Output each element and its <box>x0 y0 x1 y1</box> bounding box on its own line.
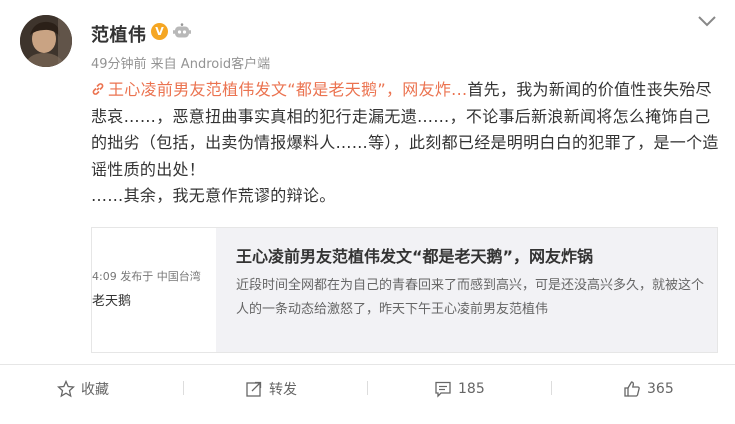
post-body: 王心凌前男友范植伟发文“都是老天鹅”，网友炸...首先，我为新闻的价值性丧失殆尽… <box>91 77 721 210</box>
action-separator <box>367 381 368 395</box>
avatar-photo <box>20 15 72 67</box>
like-count: 365 <box>647 381 674 397</box>
verified-badge-icon: V <box>151 23 168 40</box>
divider <box>0 364 735 365</box>
action-separator <box>551 381 552 395</box>
card-thumb-time: 4:09 发布于 中国台湾 <box>92 270 201 283</box>
card-thumb-excerpt: 老天鹅 <box>92 294 132 309</box>
thumbs-up-icon <box>624 381 640 397</box>
share-icon <box>246 381 262 397</box>
post-text-2: ……其余，我无意作荒谬的辩论。 <box>91 186 336 205</box>
like-button[interactable]: 365 <box>623 378 674 400</box>
card-thumbnail: 4:09 发布于 中国台湾 老天鹅 <box>92 228 216 352</box>
repost-label: 转发 <box>269 382 297 398</box>
avatar[interactable] <box>20 15 72 67</box>
comment-count: 185 <box>458 381 485 397</box>
post-meta: 49分钟前 来自 Android客户端 <box>91 57 271 72</box>
user-name[interactable]: 范植伟 <box>91 21 147 47</box>
favorite-label: 收藏 <box>81 382 109 398</box>
comment-button[interactable]: 185 <box>434 378 485 400</box>
comment-icon <box>435 381 451 398</box>
card-title: 王心凌前男友范植伟发文“都是老天鹅”，网友炸锅 <box>236 247 594 266</box>
robot-icon <box>173 23 191 38</box>
chevron-down-icon[interactable] <box>697 14 717 28</box>
card-content: 王心凌前男友范植伟发文“都是老天鹅”，网友炸锅 近段时间全网都在为自己的青春回来… <box>216 228 717 352</box>
star-icon <box>57 380 75 398</box>
repost-button[interactable]: 转发 <box>245 378 297 400</box>
link-icon <box>92 83 104 95</box>
link-card[interactable]: 4:09 发布于 中国台湾 老天鹅 王心凌前男友范植伟发文“都是老天鹅”，网友炸… <box>91 227 718 353</box>
favorite-button[interactable]: 收藏 <box>57 378 109 400</box>
action-separator <box>183 381 184 395</box>
card-description: 近段时间全网都在为自己的青春回来了而感到高兴，可是还没高兴多久，就被这个人的一条… <box>236 278 705 317</box>
topic-link[interactable]: 王心凌前男友范植伟发文“都是老天鹅”，网友炸... <box>108 80 467 99</box>
